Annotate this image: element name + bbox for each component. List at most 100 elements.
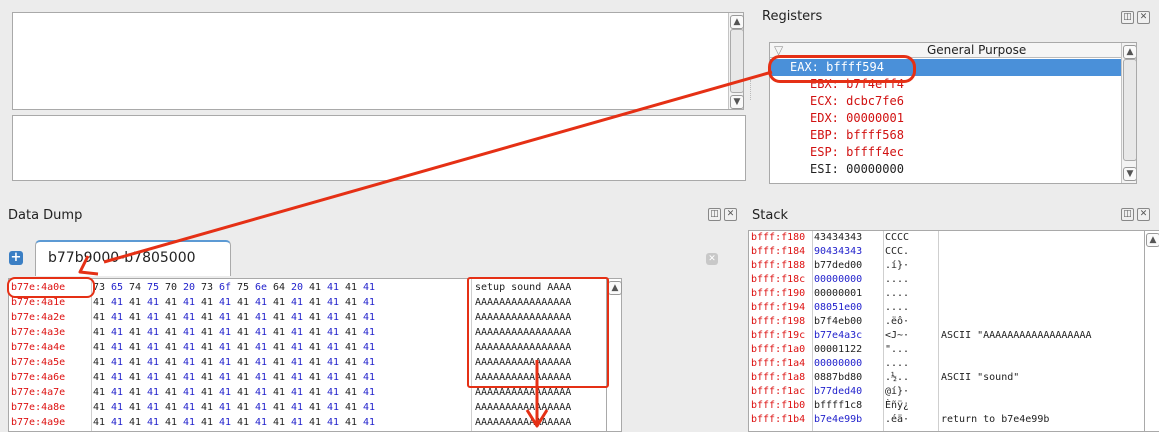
stack-row[interactable]: bfff:f1ac b77ded40 @í}· <box>749 386 1143 397</box>
hex-byte: 20 <box>183 282 196 293</box>
dump-address: b77e:4a6e <box>11 372 66 383</box>
register-row[interactable]: EDX: 00000001 <box>790 110 1120 127</box>
hex-byte: 41 <box>93 342 106 353</box>
hex-byte: 41 <box>255 402 268 413</box>
stack-view[interactable]: bfff:f180 43434343 CCCC bfff:f184 90434343 CC… <box>748 230 1145 432</box>
add-tab-icon[interactable]: + <box>9 251 23 265</box>
close-icon[interactable]: ✕ <box>1137 11 1150 24</box>
float-icon[interactable]: ◫ <box>708 208 721 221</box>
stack-row[interactable]: bfff:f1b0 bffff1c8 Èñÿ¿ <box>749 400 1143 411</box>
register-row[interactable]: ESI: 00000000 <box>790 161 1120 178</box>
stack-comment: return to b7e4e99b <box>941 414 1050 425</box>
stack-row[interactable]: bfff:f194 08051e00.... <box>749 302 1143 313</box>
register-row[interactable]: ESP: bffff4ec <box>790 144 1120 161</box>
stack-row[interactable]: bfff:f198 b7f4eb00 .ëô· <box>749 316 1143 327</box>
hex-byte: 6e <box>255 282 268 293</box>
hex-byte: 41 <box>255 387 268 398</box>
hex-byte: 41 <box>345 312 358 323</box>
stack-value: 00000000 <box>814 274 863 285</box>
stack-address: bfff:f180 <box>751 232 806 243</box>
dump-row[interactable]: b77e:4a9e 41 41 41 41 41 41 41 41 41 41 41 41 41 41 41 4… <box>9 417 605 428</box>
hex-byte: 41 <box>183 417 196 428</box>
hex-byte: 41 <box>111 342 124 353</box>
hex-byte: 41 <box>111 417 124 428</box>
ascii-highlight-box <box>467 277 609 388</box>
hex-byte: 73 <box>93 282 106 293</box>
hex-byte: 41 <box>201 297 214 308</box>
stack-address: bfff:f1b0 <box>751 400 806 411</box>
hex-byte: 41 <box>111 387 124 398</box>
dump-address: b77e:4a3e <box>11 327 66 338</box>
hex-byte: 41 <box>147 357 160 368</box>
stack-row[interactable]: bfff:f1a8 0887bd80 .½.. ASCII "sound" <box>749 372 1143 383</box>
hex-byte: 41 <box>363 402 376 413</box>
scroll-up-arrow-icon[interactable]: ▲ <box>608 281 622 295</box>
hex-byte: 41 <box>309 417 322 428</box>
float-icon[interactable]: ◫ <box>1121 208 1134 221</box>
stack-row[interactable]: bfff:f188 b77ded00 .í}· <box>749 260 1143 271</box>
hex-byte: 41 <box>165 402 178 413</box>
hex-byte: 41 <box>183 312 196 323</box>
register-row[interactable]: EBP: bffff568 <box>790 127 1120 144</box>
code-view-scrollbar[interactable]: ▲ ▼ <box>728 13 744 109</box>
hex-byte: 41 <box>93 387 106 398</box>
stack-row[interactable]: bfff:f19c b77e4a3c <J~· ASCII "AAAAAAAAAAAA… <box>749 330 1143 341</box>
stack-value: b77ded00 <box>814 260 863 271</box>
close-icon[interactable]: ✕ <box>724 208 737 221</box>
hex-byte: 41 <box>129 372 142 383</box>
tab-label: b77b9000-b7805000 <box>48 250 196 266</box>
hex-byte: 41 <box>309 342 322 353</box>
hex-byte: 41 <box>201 387 214 398</box>
dump-address: b77e:4a7e <box>11 387 66 398</box>
hex-byte: 41 <box>201 372 214 383</box>
hex-byte: 41 <box>147 342 160 353</box>
dump-ascii: AAAAAAAAAAAAAAAA <box>475 387 572 398</box>
splitter-handle[interactable] <box>750 80 757 100</box>
scroll-up-arrow-icon[interactable]: ▲ <box>1123 45 1136 59</box>
hex-byte: 41 <box>255 327 268 338</box>
hex-byte: 41 <box>165 387 178 398</box>
hex-byte: 41 <box>291 387 304 398</box>
scroll-thumb[interactable] <box>1123 59 1136 161</box>
hex-byte: 41 <box>165 372 178 383</box>
scroll-up-arrow-icon[interactable]: ▲ <box>730 15 744 29</box>
hex-byte: 41 <box>255 342 268 353</box>
hex-byte: 41 <box>237 372 250 383</box>
scroll-down-arrow-icon[interactable]: ▼ <box>1123 167 1136 181</box>
code-view-pane[interactable]: ▲ ▼ <box>12 12 744 110</box>
stack-row[interactable]: bfff:f1a0 00001122 "... <box>749 344 1143 355</box>
scroll-thumb[interactable] <box>730 29 744 93</box>
registers-scrollbar[interactable]: ▲ ▼ <box>1121 43 1136 183</box>
tab-memory-region[interactable]: b77b9000-b7805000 <box>35 240 231 276</box>
data-dump-title: Data Dump <box>8 208 83 223</box>
stack-row[interactable]: bfff:f190 00000001.... <box>749 288 1143 299</box>
hex-byte: 41 <box>273 372 286 383</box>
stack-row[interactable]: bfff:f1b4 b7e4e99b .éä· return to b7e4e99b <box>749 414 1143 425</box>
dump-hex-bytes: 73 65 74 75 70 20 73 6f 75 6e 64 20 41 41 41 41 <box>93 282 381 293</box>
eax-highlight-oval <box>768 55 916 83</box>
dump-row[interactable]: b77e:4a8e 41 41 41 41 41 41 41 41 41 41 41 41 41 41 41 4… <box>9 402 605 413</box>
hex-byte: 41 <box>147 372 160 383</box>
register-row[interactable]: ECX: dcbc7fe6 <box>790 93 1120 110</box>
float-icon[interactable]: ◫ <box>1121 11 1134 24</box>
dump-ascii: AAAAAAAAAAAAAAAA <box>475 402 572 413</box>
scroll-up-arrow-icon[interactable]: ▲ <box>1146 233 1159 247</box>
hex-byte: 41 <box>219 297 232 308</box>
dump-row[interactable]: b77e:4a7e 41 41 41 41 41 41 41 41 41 41 41 41 41 41 41 4… <box>9 387 605 398</box>
stack-row[interactable]: bfff:f18c 00000000.... <box>749 274 1143 285</box>
hex-byte: 41 <box>147 312 160 323</box>
hex-byte: 41 <box>129 297 142 308</box>
hex-byte: 41 <box>183 327 196 338</box>
close-icon[interactable]: ✕ <box>1137 208 1150 221</box>
hex-byte: 41 <box>309 372 322 383</box>
info-pane[interactable] <box>12 115 746 181</box>
stack-row[interactable]: bfff:f184 90434343 CCC. <box>749 246 1143 257</box>
stack-scrollbar[interactable]: ▲ <box>1144 230 1159 432</box>
hex-byte: 41 <box>345 342 358 353</box>
stack-row[interactable]: bfff:f180 43434343 CCCC <box>749 232 1143 243</box>
stack-row[interactable]: bfff:f1a4 00000000.... <box>749 358 1143 369</box>
scroll-down-arrow-icon[interactable]: ▼ <box>730 95 744 109</box>
close-tab-icon[interactable]: ✕ <box>706 253 718 265</box>
hex-byte: 41 <box>219 342 232 353</box>
hex-byte: 41 <box>183 357 196 368</box>
